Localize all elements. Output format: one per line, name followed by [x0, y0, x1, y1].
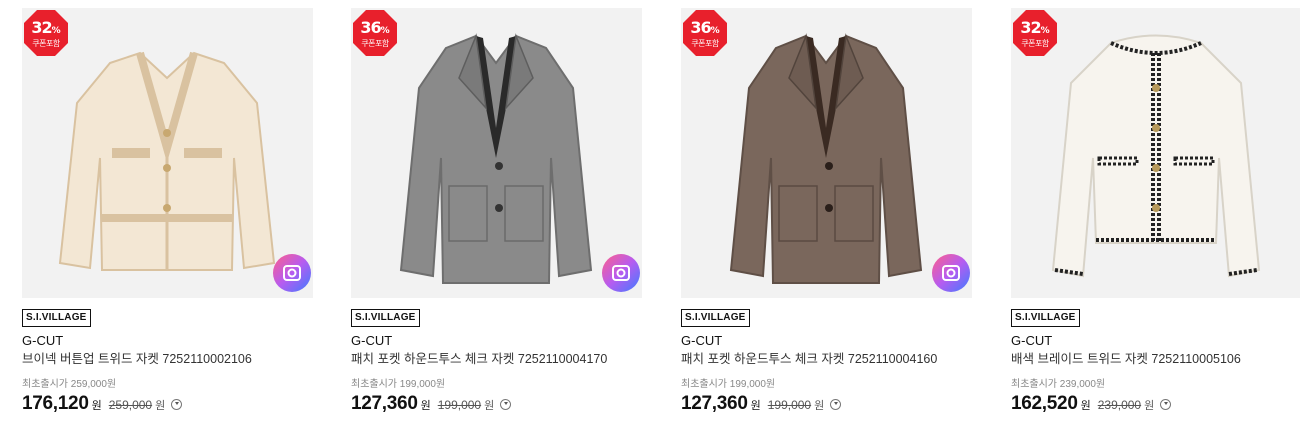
chevron-down-icon[interactable] — [830, 399, 842, 410]
product-grid: 32% 쿠폰포함 S.I.VILLAGE G-CUT 브이넥 버튼업 트위드 자… — [0, 0, 1300, 423]
product-title[interactable]: 배색 브레이드 트위드 자켓 7252110005106 — [1011, 351, 1300, 367]
price-unit: 원 — [420, 400, 431, 412]
product-card[interactable]: 36% 쿠폰포함 S.I.VILLAGE G-CUT 패치 포켓 하운드투스 체… — [351, 8, 642, 415]
brand-tag: S.I.VILLAGE — [22, 309, 91, 327]
sale-price: 127,360 — [681, 393, 748, 414]
brand-name[interactable]: G-CUT — [351, 333, 642, 349]
price-unit: 원 — [750, 400, 761, 412]
original-price: 239,000 — [1097, 398, 1142, 412]
sale-price: 162,520 — [1011, 393, 1078, 414]
discount-badge: 36% 쿠폰포함 — [683, 10, 727, 56]
product-card[interactable]: 32% 쿠폰포함 S.I.VILLAGE G-CUT 브이넥 버튼업 트위드 자… — [22, 8, 313, 415]
camera-icon[interactable] — [602, 254, 640, 292]
first-price: 최초출시가 239,000원 — [1011, 379, 1106, 390]
price-row: 127,360 원 199,000 원 — [351, 393, 642, 415]
product-image[interactable]: 32% 쿠폰포함 — [1011, 8, 1300, 298]
coupon-label: 쿠폰포함 — [32, 39, 60, 48]
chevron-down-icon[interactable] — [1160, 399, 1172, 410]
original-price: 199,000 — [437, 398, 482, 412]
discount-badge: 32% 쿠폰포함 — [24, 10, 68, 56]
price-row: 176,120 원 259,000 원 — [22, 393, 313, 415]
product-image[interactable]: 36% 쿠폰포함 — [681, 8, 972, 298]
brand-name[interactable]: G-CUT — [1011, 333, 1300, 349]
discount-percent: 32% — [1020, 18, 1050, 37]
product-card[interactable]: 32% 쿠폰포함 S.I.VILLAGE G-CUT 배색 브레이드 트위드 자… — [1011, 8, 1300, 415]
discount-badge: 36% 쿠폰포함 — [353, 10, 397, 56]
chevron-down-icon[interactable] — [500, 399, 512, 410]
original-price: 259,000 — [108, 398, 153, 412]
product-title[interactable]: 패치 포켓 하운드투스 체크 자켓 7252110004170 — [351, 351, 642, 367]
product-card[interactable]: 36% 쿠폰포함 S.I.VILLAGE G-CUT 패치 포켓 하운드투스 체… — [681, 8, 972, 415]
price-unit: 원 — [1080, 400, 1091, 412]
discount-percent: 32% — [31, 18, 61, 37]
coupon-label: 쿠폰포함 — [361, 39, 389, 48]
chevron-down-icon[interactable] — [171, 399, 183, 410]
product-image[interactable]: 32% 쿠폰포함 — [22, 8, 313, 298]
brand-tag: S.I.VILLAGE — [351, 309, 420, 327]
brand-tag: S.I.VILLAGE — [681, 309, 750, 327]
original-price: 199,000 — [767, 398, 812, 412]
camera-icon[interactable] — [273, 254, 311, 292]
first-price: 최초출시가 199,000원 — [351, 379, 446, 390]
product-image[interactable]: 36% 쿠폰포함 — [351, 8, 642, 298]
product-title[interactable]: 브이넥 버튼업 트위드 자켓 7252110002106 — [22, 351, 313, 367]
first-price: 최초출시가 259,000원 — [22, 379, 117, 390]
product-title[interactable]: 패치 포켓 하운드투스 체크 자켓 7252110004160 — [681, 351, 972, 367]
brand-tag: S.I.VILLAGE — [1011, 309, 1080, 327]
brand-name[interactable]: G-CUT — [681, 333, 972, 349]
discount-percent: 36% — [360, 18, 390, 37]
coupon-label: 쿠폰포함 — [691, 39, 719, 48]
camera-icon[interactable] — [932, 254, 970, 292]
sale-price: 176,120 — [22, 393, 89, 414]
brand-name[interactable]: G-CUT — [22, 333, 313, 349]
coupon-label: 쿠폰포함 — [1021, 39, 1049, 48]
original-unit: 원 — [1144, 400, 1155, 412]
price-row: 162,520 원 239,000 원 — [1011, 393, 1300, 415]
price-row: 127,360 원 199,000 원 — [681, 393, 972, 415]
original-unit: 원 — [155, 400, 166, 412]
original-unit: 원 — [814, 400, 825, 412]
first-price: 최초출시가 199,000원 — [681, 379, 776, 390]
original-unit: 원 — [484, 400, 495, 412]
sale-price: 127,360 — [351, 393, 418, 414]
price-unit: 원 — [91, 400, 102, 412]
discount-percent: 36% — [690, 18, 720, 37]
discount-badge: 32% 쿠폰포함 — [1013, 10, 1057, 56]
